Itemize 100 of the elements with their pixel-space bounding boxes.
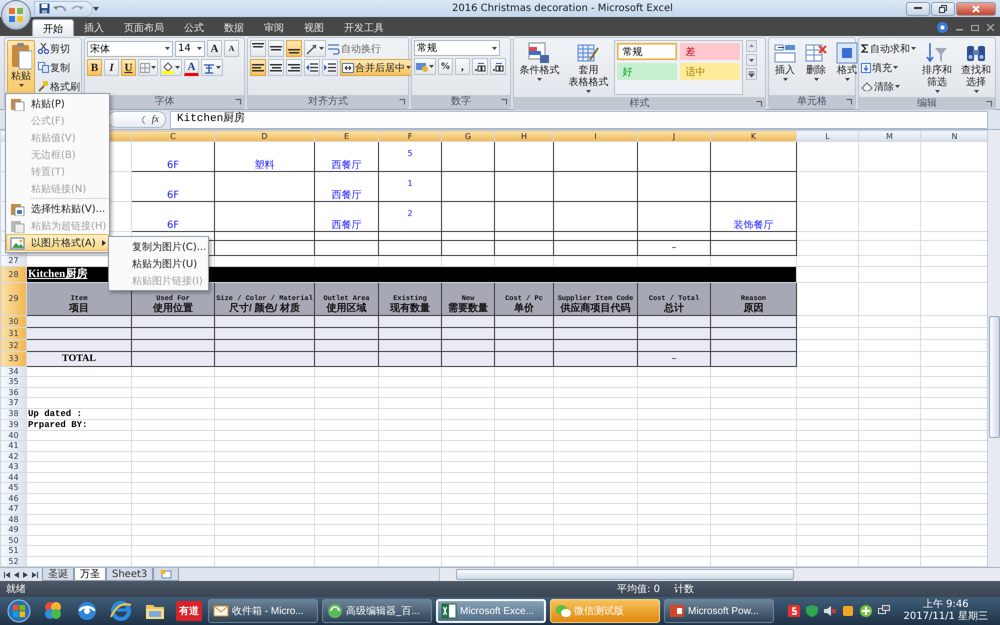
restore-icon[interactable]	[971, 24, 979, 31]
row-number[interactable]: 28	[0, 266, 26, 282]
ribbon-tab[interactable]: 审阅	[254, 19, 294, 36]
row-number[interactable]: 31	[0, 327, 26, 339]
align-bottom-button[interactable]	[286, 40, 302, 57]
taskbar-window-button[interactable]: 收件箱 - Micro...	[208, 599, 318, 623]
row-number[interactable]: 34	[0, 366, 26, 376]
sheet-tab[interactable]: 万圣	[74, 568, 106, 581]
insert-sheet-button[interactable]	[153, 568, 180, 581]
row-number[interactable]: 49	[0, 524, 26, 535]
dialog-launcher-icon[interactable]	[501, 99, 508, 105]
align-left-button[interactable]	[250, 59, 266, 76]
ribbon-tab[interactable]: 开始	[32, 19, 74, 36]
phonetic-button[interactable]	[201, 59, 223, 76]
scroll-up-icon[interactable]	[746, 40, 758, 52]
number-format-field[interactable]: 常规	[414, 40, 500, 56]
row-number[interactable]: 36	[0, 387, 26, 398]
dialog-launcher-icon[interactable]	[986, 101, 992, 107]
decrease-decimal-button[interactable]	[490, 58, 506, 75]
vertical-scrollbar[interactable]	[987, 130, 1000, 567]
row-number[interactable]: 42	[0, 451, 26, 462]
last-sheet-icon[interactable]	[32, 572, 38, 578]
row-number[interactable]: 40	[0, 430, 26, 440]
align-right-button[interactable]	[286, 59, 302, 76]
row-number[interactable]: 33	[0, 351, 26, 366]
copy-button[interactable]: 复制	[38, 59, 80, 76]
decrease-indent-button[interactable]	[304, 59, 320, 76]
grow-font-button[interactable]: A	[207, 40, 222, 57]
more-styles-icon[interactable]	[746, 68, 758, 80]
minimize-button[interactable]	[906, 2, 930, 16]
dialog-launcher-icon[interactable]	[398, 99, 405, 105]
orientation-button[interactable]	[304, 40, 326, 57]
maximize-button[interactable]	[931, 2, 955, 16]
menu-item[interactable]: 以图片格式(A)	[6, 234, 109, 251]
next-sheet-icon[interactable]	[23, 572, 28, 578]
save-icon[interactable]	[39, 3, 50, 14]
row-number[interactable]: 35	[0, 376, 26, 387]
clock-time[interactable]: 上午 9:46	[922, 599, 969, 611]
percent-button[interactable]: %	[438, 58, 453, 75]
scroll-down-icon[interactable]	[746, 54, 758, 66]
taskbar-app-button[interactable]: 有道	[176, 601, 202, 621]
column-header[interactable]: M	[858, 130, 920, 142]
column-header[interactable]: D	[214, 130, 314, 142]
column-header[interactable]: C	[132, 130, 214, 142]
row-number[interactable]: 44	[0, 472, 26, 482]
taskbar-window-button[interactable]: 高级编辑器_百...	[322, 599, 432, 623]
row-number[interactable]: 52	[0, 556, 26, 566]
autosum-button[interactable]: 自动求和	[861, 40, 916, 57]
paste-button[interactable]: 粘贴	[7, 40, 35, 95]
sheet-tab[interactable]: 圣诞	[42, 568, 74, 581]
format-as-table-button[interactable]: 套用 表格格式	[565, 40, 612, 95]
align-center-button[interactable]	[268, 59, 284, 76]
scroll-thumb[interactable]	[456, 569, 794, 580]
close-button[interactable]	[956, 2, 996, 16]
sheet-tab[interactable]: Sheet3	[106, 568, 154, 581]
wrap-text-button[interactable]: 自动换行	[328, 40, 381, 57]
sort-filter-button[interactable]: 排序和 筛选	[919, 40, 955, 95]
italic-button[interactable]: I	[104, 59, 119, 76]
delete-cells-button[interactable]: 删除	[802, 40, 830, 93]
scroll-thumb[interactable]	[988, 316, 1000, 438]
column-header[interactable]: L	[796, 130, 858, 142]
fill-button[interactable]: 填充	[861, 59, 916, 76]
font-color-button[interactable]: A	[184, 59, 199, 76]
speaker-muted-icon[interactable]	[824, 605, 836, 617]
row-number[interactable]: 47	[0, 504, 26, 514]
borders-button[interactable]	[138, 59, 158, 76]
dialog-launcher-icon[interactable]	[756, 101, 762, 107]
ribbon-tab[interactable]: 数据	[214, 19, 254, 36]
ribbon-tab[interactable]: 视图	[294, 19, 334, 36]
align-middle-button[interactable]	[268, 40, 284, 57]
row-number[interactable]: 50	[0, 535, 26, 546]
font-size-field[interactable]: 14	[175, 40, 205, 56]
previous-sheet-icon[interactable]	[14, 572, 19, 578]
column-header[interactable]: J	[638, 130, 710, 142]
shield-icon[interactable]	[806, 605, 818, 617]
cell-style-swatch[interactable]: 差	[680, 43, 740, 60]
menu-item[interactable]: 粘贴(P)	[6, 95, 109, 112]
row-number[interactable]: 51	[0, 546, 26, 556]
ribbon-tab[interactable]: 插入	[74, 19, 114, 36]
ribbon-tab[interactable]: 开发工具	[334, 19, 394, 36]
row-number[interactable]: 29	[0, 282, 26, 315]
cell-style-swatch[interactable]: 常规	[617, 43, 678, 60]
column-header[interactable]: N	[920, 130, 988, 142]
column-header[interactable]: F	[378, 130, 442, 142]
column-header[interactable]: E	[314, 130, 378, 142]
clear-button[interactable]: 清除	[861, 78, 916, 95]
fill-color-button[interactable]	[160, 59, 182, 76]
menu-item[interactable]: 选择性粘贴(V)...	[6, 200, 109, 217]
network-icon[interactable]	[878, 605, 890, 617]
comma-button[interactable]: ,	[454, 58, 470, 75]
insert-function-button[interactable]: fx	[152, 114, 159, 125]
row-number[interactable]: 30	[0, 315, 26, 327]
notification-icon[interactable]	[842, 605, 854, 617]
currency-button[interactable]	[414, 58, 436, 75]
row-number[interactable]: 45	[0, 482, 26, 493]
row-number[interactable]: 39	[0, 419, 26, 430]
row-number[interactable]: 46	[0, 493, 26, 504]
dropdown-icon[interactable]	[93, 6, 99, 10]
increase-decimal-button[interactable]	[472, 58, 488, 75]
row-number[interactable]: 41	[0, 440, 26, 451]
